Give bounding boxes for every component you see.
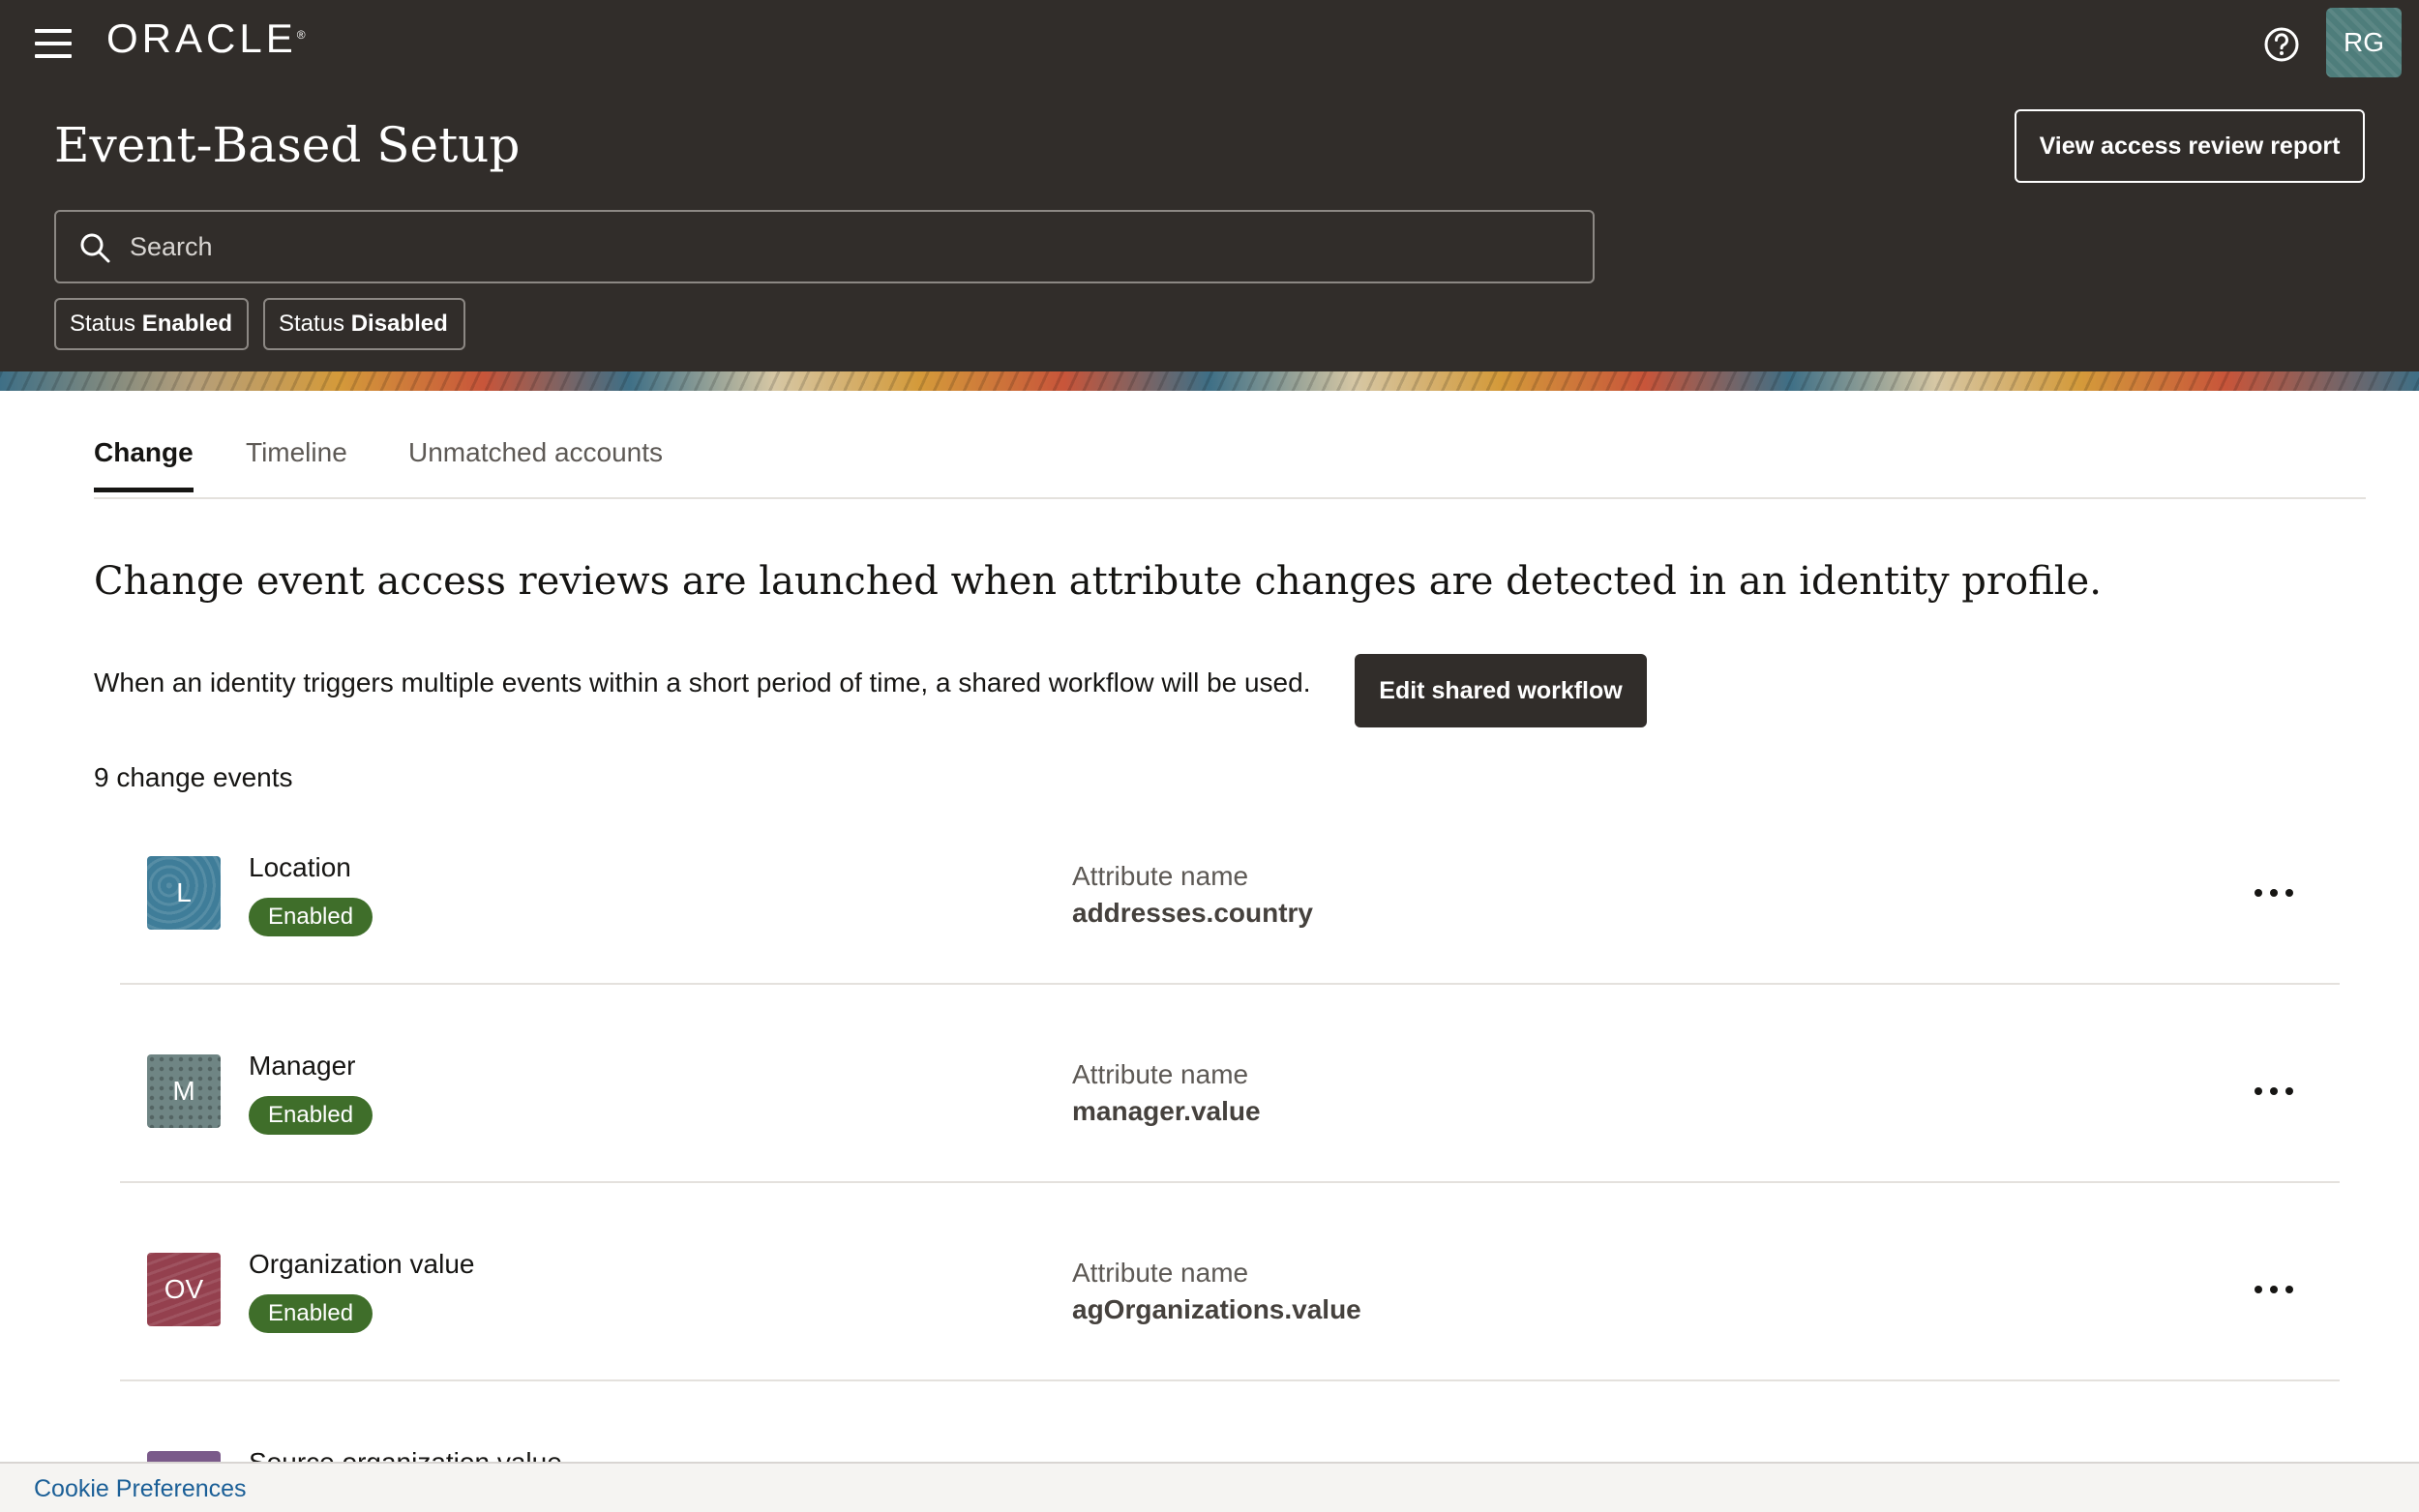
decorative-pattern-band xyxy=(0,371,2419,391)
attribute-value: agOrganizations.value xyxy=(1072,1294,1361,1324)
cookie-preferences-link[interactable]: Cookie Preferences xyxy=(34,1475,247,1503)
more-actions-icon[interactable] xyxy=(2249,1270,2299,1309)
status-badge: Enabled xyxy=(249,898,373,936)
search-input[interactable] xyxy=(130,222,1562,272)
more-actions-icon[interactable] xyxy=(2249,874,2299,912)
view-access-review-report-button[interactable]: View access review report xyxy=(2015,109,2365,183)
filter-chip-prefix: Status xyxy=(70,311,136,337)
attribute-label: Attribute name xyxy=(1072,1258,1249,1288)
attribute-value: manager.value xyxy=(1072,1096,1261,1126)
page-title: Event-Based Setup xyxy=(54,117,521,173)
event-name[interactable]: Organization value xyxy=(249,1249,474,1280)
attribute-label: Attribute name xyxy=(1072,1059,1249,1089)
attribute-label: Attribute name xyxy=(1072,861,1249,891)
status-badge: Enabled xyxy=(249,1096,373,1135)
shared-workflow-text: When an identity triggers multiple event… xyxy=(94,667,1311,697)
filter-chip-value: Enabled xyxy=(141,311,233,337)
tab-change[interactable]: Change xyxy=(94,437,194,492)
tab-unmatched-accounts[interactable]: Unmatched accounts xyxy=(408,437,663,488)
filter-chip-prefix: Status xyxy=(279,311,345,337)
search-icon xyxy=(80,233,110,263)
oracle-logo[interactable]: ORACLE® xyxy=(106,14,306,64)
attribute-value: addresses.country xyxy=(1072,898,1313,928)
cookie-footer: Cookie Preferences xyxy=(0,1462,2419,1512)
event-avatar-tile: L xyxy=(147,856,221,930)
tab-timeline[interactable]: Timeline xyxy=(246,437,347,488)
filter-chip-value: Disabled xyxy=(350,311,448,337)
list-item-location[interactable]: L Location Enabled Attribute name addres… xyxy=(120,786,2340,985)
event-name[interactable]: Manager xyxy=(249,1051,356,1082)
event-avatar-tile: OV xyxy=(147,1253,221,1326)
user-avatar[interactable]: RG xyxy=(2326,8,2402,77)
event-name[interactable]: Location xyxy=(249,852,351,883)
search-box[interactable] xyxy=(54,210,1595,283)
status-badge: Enabled xyxy=(249,1294,373,1333)
filter-chip-status-enabled[interactable]: Status Enabled xyxy=(54,298,249,350)
list-item-manager[interactable]: M Manager Enabled Attribute name manager… xyxy=(120,985,2340,1183)
edit-shared-workflow-button[interactable]: Edit shared workflow xyxy=(1355,654,1647,727)
hamburger-menu-icon[interactable] xyxy=(35,29,72,58)
more-actions-icon[interactable] xyxy=(2249,1072,2299,1111)
list-item-organization-value[interactable]: OV Organization value Enabled Attribute … xyxy=(120,1183,2340,1381)
page-description: Change event access reviews are launched… xyxy=(94,559,2102,604)
app-header: ORACLE® RG Event-Based Setup View access… xyxy=(0,0,2419,371)
help-icon[interactable] xyxy=(2262,25,2301,64)
tab-bar: Change Timeline Unmatched accounts xyxy=(94,426,2366,499)
event-avatar-tile: M xyxy=(147,1054,221,1128)
filter-chip-status-disabled[interactable]: Status Disabled xyxy=(263,298,465,350)
